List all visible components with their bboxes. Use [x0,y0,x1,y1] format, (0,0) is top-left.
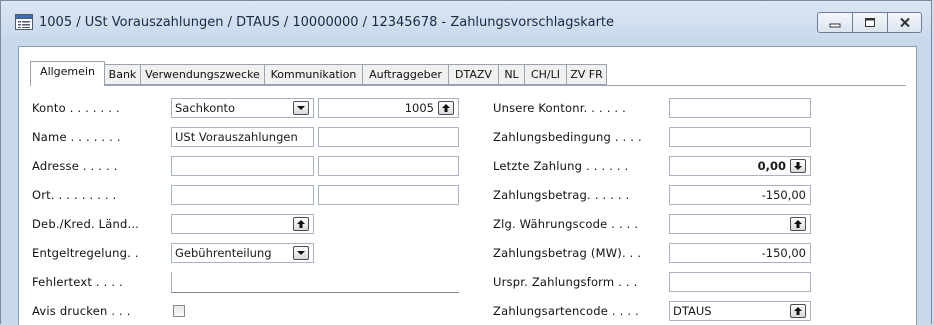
letzte-zahlung-label: Letzte Zahlung . . . . . . [493,159,629,173]
ort-label: Ort. . . . . . . . . [32,188,117,202]
zahlungsbetrag-mw-field[interactable]: -150,00 [669,243,811,263]
tab-nl[interactable]: NL [499,64,525,85]
tab-baseline [105,85,906,86]
land-lookup-button[interactable] [293,217,309,231]
tab-strip: Allgemein Bank Verwendungszwecke Kommuni… [19,47,916,95]
card-window: 1005 / USt Vorauszahlungen / DTAUS / 100… [0,0,932,325]
lookup-arrow-up-icon [794,307,802,315]
land-label: Deb./Kred. Länd... [32,217,140,231]
waehrungscode-field[interactable] [669,214,811,234]
card-content: Allgemein Bank Verwendungszwecke Kommuni… [18,46,917,325]
land-field[interactable] [171,214,314,234]
entgeltregelung-select[interactable]: Gebührenteilung [171,243,314,263]
letzte-zahlung-drilldown-button[interactable] [790,159,806,173]
kontonr-field[interactable] [669,98,811,118]
tab-dtazv[interactable]: DTAZV [449,64,499,85]
close-icon [899,17,910,28]
avis-drucken-checkbox[interactable] [173,305,185,317]
chevron-down-icon [297,106,305,110]
zahlungsartencode-value: DTAUS [673,304,712,318]
zahlungsbetrag-mw-label: Zahlungsbetrag (MW). . . [493,246,642,260]
lookup-arrow-up-icon [794,220,802,228]
zahlungsbedingung-field[interactable] [669,127,811,147]
konto-type-value: Sachkonto [175,101,236,115]
waehrungscode-label: Zlg. Währungscode . . . . [493,217,639,231]
konto-lookup-button[interactable] [438,101,454,115]
minimize-button[interactable] [817,12,852,33]
entgeltregelung-label: Entgeltregelung. . [32,246,139,260]
avis-label: Avis drucken . . . [32,304,131,318]
fehlertext-underline [171,292,459,293]
urspr-zahlungsform-label: Urspr. Zahlungsform . . . [493,275,638,289]
ort-field[interactable] [318,185,459,205]
letzte-zahlung-value: 0,00 [757,159,786,173]
window-title: 1005 / USt Vorauszahlungen / DTAUS / 100… [39,15,615,30]
tab-verwendungszwecke[interactable]: Verwendungszwecke [141,64,265,85]
adresse2-field[interactable] [318,156,459,176]
konto-label: Konto . . . . . . . [32,101,120,115]
tab-allgemein[interactable]: Allgemein [30,61,105,86]
drilldown-arrow-down-icon [794,162,802,170]
zahlungsbedingung-label: Zahlungsbedingung . . . . [493,130,642,144]
lookup-arrow-up-icon [297,220,305,228]
maximize-icon [865,18,875,27]
name-field[interactable]: USt Vorauszahlungen [171,127,314,147]
postcode-field[interactable] [171,185,314,205]
entgeltregelung-dropdown-button[interactable] [293,246,309,260]
tab-bank[interactable]: Bank [105,64,141,85]
maximize-button[interactable] [852,12,887,33]
zahlungsbetrag-field[interactable]: -150,00 [669,185,811,205]
waehrungscode-lookup-button[interactable] [790,217,806,231]
close-button[interactable] [887,12,922,33]
zahlungsbetrag-label: Zahlungsbetrag. . . . . . [493,188,630,202]
konto-number-value: 1005 [404,101,434,115]
tab-auftraggeber[interactable]: Auftraggeber [363,64,449,85]
title-bar[interactable]: 1005 / USt Vorauszahlungen / DTAUS / 100… [1,1,931,45]
urspr-zahlungsform-field[interactable] [669,272,811,292]
adresse-label: Adresse . . . . . [32,159,118,173]
konto-number-field[interactable]: 1005 [318,98,459,118]
lookup-arrow-up-icon [442,104,450,112]
zahlungsartencode-field[interactable]: DTAUS [669,301,811,321]
fehlertext-label: Fehlertext . . . . [32,275,123,289]
window-controls [817,12,922,33]
card-window-icon [15,14,33,30]
tab-zv-fr[interactable]: ZV FR [567,64,607,85]
tab-kommunikation[interactable]: Kommunikation [265,64,363,85]
konto-type-dropdown-button[interactable] [293,101,309,115]
zahlungsartencode-lookup-button[interactable] [790,304,806,318]
entgeltregelung-value: Gebührenteilung [175,246,272,260]
adresse-field[interactable] [171,156,314,176]
name2-field[interactable] [318,127,459,147]
chevron-down-icon [297,251,305,255]
fehlertext-field[interactable] [171,272,459,292]
konto-type-select[interactable]: Sachkonto [171,98,314,118]
letzte-zahlung-field[interactable]: 0,00 [669,156,811,176]
kontonr-label: Unsere Kontonr. . . . . . [493,101,626,115]
name-label: Name . . . . . . . [32,130,121,144]
minimize-icon [829,23,841,27]
zahlungsartencode-label: Zahlungsartencode . . . . [493,304,639,318]
tab-ch-li[interactable]: CH/LI [525,64,567,85]
